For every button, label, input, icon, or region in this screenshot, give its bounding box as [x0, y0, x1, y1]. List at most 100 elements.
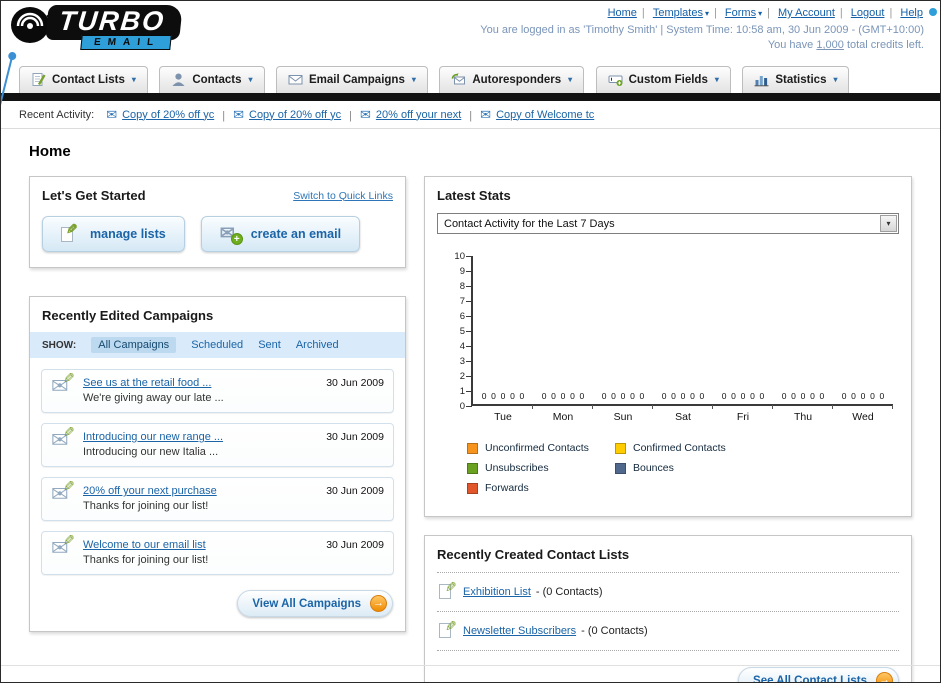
contacts-icon	[171, 72, 186, 87]
bar-value-label: 0	[810, 391, 815, 401]
campaign-title-link[interactable]: Introducing our new range ...	[83, 431, 316, 443]
app-logo: TURBO EMAIL	[9, 5, 183, 52]
chevron-down-icon: ▾	[568, 75, 573, 84]
filter-archived[interactable]: Archived	[296, 339, 339, 351]
chevron-down-icon: ▾	[704, 9, 709, 18]
value-labels-row: 00000	[713, 391, 773, 401]
recent-activity-item[interactable]: ✉ Copy of Welcome tc	[480, 107, 594, 123]
y-tick-mark	[466, 346, 472, 347]
y-tick-mark	[466, 361, 472, 362]
recent-activity-item[interactable]: ✉ 20% off your next	[360, 107, 461, 123]
tab-email-campaigns[interactable]: Email Campaigns ▾	[275, 66, 428, 93]
tab-label: Email Campaigns	[308, 73, 405, 86]
chart-plot: 0 0 0 0 0 Tue 0 0 0 0 0 Mon 0 0 0 0 0 Sun 0 0 0 0 0 Sat 0 0 0 0 0 Fri…	[466, 256, 893, 423]
top-link-forms[interactable]: Forms ▾	[725, 7, 762, 19]
value-labels-row: 00000	[653, 391, 713, 401]
tab-label: Autoresponders	[472, 73, 562, 86]
separator: |	[222, 109, 226, 122]
y-tick-label: 10	[454, 251, 465, 262]
y-tick-mark	[466, 316, 472, 317]
filter-sent[interactable]: Sent	[258, 339, 281, 351]
campaign-date: 30 Jun 2009	[326, 539, 384, 551]
campaign-date: 30 Jun 2009	[326, 485, 384, 497]
x-tick-label: Sun	[613, 411, 633, 423]
create-email-button[interactable]: ✉ + create an email	[200, 216, 361, 252]
recent-activity-link[interactable]: Copy of 20% off yc	[122, 109, 214, 121]
contact-list-items: ✎ Exhibition List - (0 Contacts) ✎ Newslette…	[437, 572, 899, 651]
campaign-item[interactable]: ✉ ✎ See us at the retail food ... We're giv…	[41, 369, 394, 413]
y-tick-mark	[466, 301, 472, 302]
campaign-item[interactable]: ✉ ✎ Introducing our new range ... Introduci…	[41, 423, 394, 467]
bar-value-label: 0	[491, 391, 496, 401]
credits-prefix: You have	[767, 39, 814, 51]
campaign-item[interactable]: ✉ ✎ 20% off your next purchase Thanks for j…	[41, 477, 394, 521]
tab-autoresponders[interactable]: Autoresponders ▾	[439, 66, 585, 93]
legend-item: Unconfirmed Contacts	[467, 442, 615, 454]
top-link-my-account[interactable]: My Account	[778, 7, 835, 19]
mail-icon: ✉	[480, 106, 492, 122]
campaign-item[interactable]: ✉ ✎ Welcome to our email list Thanks for jo…	[41, 531, 394, 575]
campaign-title-link[interactable]: See us at the retail food ...	[83, 377, 316, 389]
mail-icon: ✉	[359, 106, 371, 122]
recent-activity-item[interactable]: ✉ Copy of 20% off yc	[233, 107, 341, 123]
bar-value-label: 0	[639, 391, 645, 401]
stats-period-select[interactable]: Contact Activity for the Last 7 Days ▾	[437, 213, 899, 234]
contact-list-row[interactable]: ✎ Exhibition List - (0 Contacts)	[437, 572, 899, 611]
arrow-icon: →	[876, 672, 893, 682]
manage-lists-button[interactable]: ✎ manage lists	[42, 216, 185, 252]
manage-lists-label: manage lists	[90, 227, 166, 241]
legend-item: Confirmed Contacts	[615, 442, 763, 454]
bar-value-label: 0	[620, 391, 626, 401]
chevron-down-icon: ▾	[758, 9, 763, 18]
bar-value-label: 0	[690, 391, 695, 401]
filter-scheduled[interactable]: Scheduled	[191, 339, 243, 351]
y-tick-mark	[466, 376, 472, 377]
tab-label: Custom Fields	[628, 73, 708, 86]
corner-dot-decoration	[929, 8, 937, 16]
contact-lists-icon	[31, 72, 46, 87]
tab-contacts[interactable]: Contacts ▾	[159, 66, 265, 93]
create-email-label: create an email	[250, 227, 342, 241]
campaign-filters: All Campaigns Scheduled Sent Archived	[91, 337, 339, 353]
value-labels-row: 00000	[833, 391, 893, 401]
contact-list-row[interactable]: ✎ Newsletter Subscribers - (0 Contacts)	[437, 611, 899, 650]
bar-value-label: 0	[601, 391, 607, 401]
x-tick-label: Thu	[793, 411, 813, 423]
bar-value-label: 0	[680, 391, 686, 401]
campaign-list: ✉ ✎ See us at the retail food ... We're giv…	[30, 358, 405, 587]
contact-list-link[interactable]: Newsletter Subscribers	[463, 625, 576, 637]
campaign-subtitle: Thanks for joining our list!	[83, 500, 209, 512]
switch-quick-links-link[interactable]: Switch to Quick Links	[293, 190, 393, 202]
legend-swatch	[467, 462, 478, 474]
view-all-campaigns-button[interactable]: View All Campaigns →	[237, 590, 393, 617]
recent-activity-link[interactable]: Copy of Welcome tc	[496, 109, 594, 121]
top-link-templates-label: Templates	[652, 7, 703, 19]
top-link-logout[interactable]: Logout	[851, 7, 885, 19]
recent-activity-link[interactable]: Copy of 20% off yc	[249, 109, 341, 121]
campaign-title-link[interactable]: Welcome to our email list	[83, 539, 316, 551]
see-all-contact-lists-button[interactable]: See All Contact Lists →	[738, 667, 899, 682]
tab-statistics[interactable]: Statistics ▾	[742, 66, 850, 93]
contact-list-link[interactable]: Exhibition List	[463, 586, 531, 598]
top-link-home[interactable]: Home	[608, 7, 637, 19]
top-link-help[interactable]: Help	[900, 7, 923, 19]
separator: |	[767, 7, 770, 19]
legend-swatch	[615, 462, 626, 474]
top-link-templates[interactable]: Templates ▾	[653, 7, 709, 19]
campaign-title-link[interactable]: 20% off your next purchase	[83, 485, 316, 497]
recent-activity-item[interactable]: ✉ Copy of 20% off yc	[106, 107, 214, 123]
filter-all-campaigns[interactable]: All Campaigns	[91, 337, 177, 353]
bar-value-label: 0	[560, 391, 566, 401]
x-tick-label: Fri	[736, 411, 750, 423]
tab-custom-fields[interactable]: Custom Fields ▾	[595, 66, 731, 93]
latest-stats-panel: Latest Stats Contact Activity for the La…	[424, 176, 912, 517]
bar-value-label: 0	[570, 391, 575, 401]
tab-contact-lists[interactable]: Contact Lists ▾	[19, 66, 148, 93]
bar-value-label: 0	[630, 391, 635, 401]
bar-value-label: 0	[870, 391, 875, 401]
bar-value-label: 0	[750, 391, 755, 401]
y-tick-label: 5	[459, 326, 465, 337]
view-all-campaigns-label: View All Campaigns	[252, 597, 361, 610]
y-tick-label: 4	[459, 341, 465, 352]
recent-activity-link[interactable]: 20% off your next	[376, 109, 461, 121]
